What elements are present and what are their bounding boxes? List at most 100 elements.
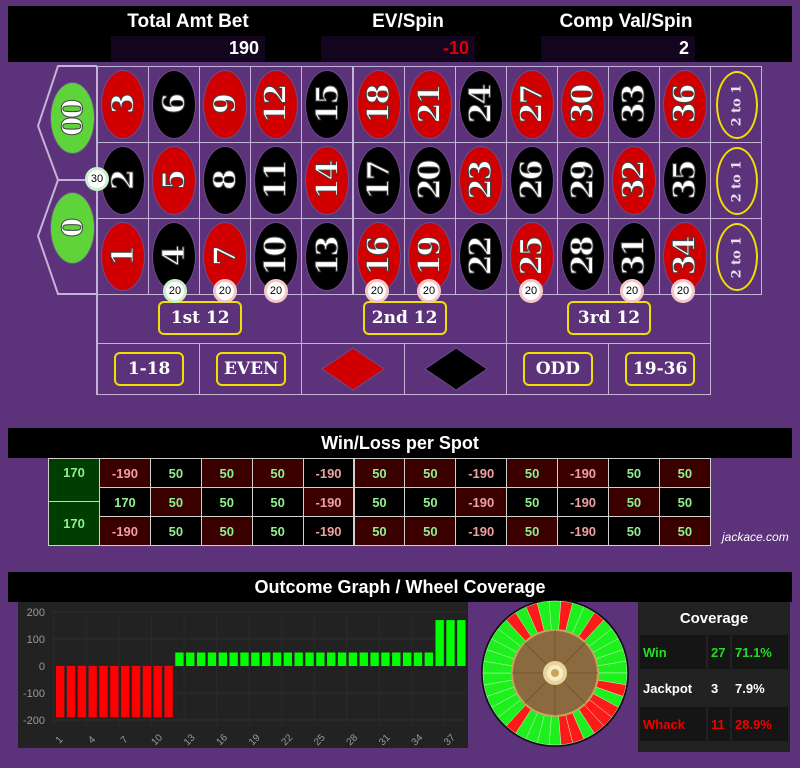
number-oval: 6 [152, 70, 197, 139]
number-cell-32[interactable]: 32 [608, 142, 661, 219]
number-cell-30[interactable]: 30 [556, 66, 609, 143]
bet-chip[interactable]: 20 [213, 279, 237, 303]
number-oval: 9 [203, 70, 248, 139]
zero-cell-00[interactable]: 00 [50, 82, 95, 154]
outcome-graph-svg: 200 100 0 -100 -200 1 4 7 10 13 16 19 22 25 28 31 34 37 [23, 607, 466, 748]
number-cell-35[interactable]: 35 [659, 142, 712, 219]
number-cell-12[interactable]: 12 [250, 66, 303, 143]
number-oval: 35 [663, 146, 708, 215]
bet-chip[interactable]: 20 [417, 279, 441, 303]
outside-bet-1-18[interactable]: 1-18 [97, 343, 201, 395]
number-cell-14[interactable]: 14 [301, 142, 354, 219]
number-cell-28[interactable]: 28 [556, 218, 609, 295]
dozen-label: 3rd 12 [566, 301, 651, 335]
number-label: 12 [258, 85, 294, 124]
outcome-bar [305, 652, 314, 666]
number-cell-33[interactable]: 33 [608, 66, 661, 143]
number-oval: 27 [509, 70, 554, 139]
number-label: 3 [105, 95, 141, 115]
bet-chip[interactable]: 20 [264, 279, 288, 303]
number-label: 2 [105, 171, 141, 191]
outside-bet-19-36[interactable]: 19-36 [608, 343, 712, 395]
bet-chip[interactable]: 20 [519, 279, 543, 303]
coverage-panel: Coverage Win 27 71.1% Jackpot 3 7.9% Wha… [638, 602, 790, 752]
dozen-label: 2nd 12 [362, 301, 447, 335]
column-bet-label: 2 to 1 [729, 236, 745, 278]
outcome-bar [316, 652, 325, 666]
number-cell-13[interactable]: 13 [301, 218, 354, 295]
outside-label: 19-36 [625, 352, 696, 386]
number-cell-18[interactable]: 18 [352, 66, 405, 143]
column-bet-1[interactable]: 2 to 1 [710, 218, 763, 295]
number-oval: 17 [356, 146, 401, 215]
outside-bet-red-diamond[interactable] [301, 343, 405, 395]
outside-bet-black-diamond[interactable] [403, 343, 507, 395]
number-label: 33 [616, 85, 652, 124]
winloss-cell-12: 50 [251, 458, 304, 488]
number-oval: 21 [407, 70, 452, 139]
dozen-bet-2[interactable]: 2nd 12 [301, 294, 507, 344]
number-cell-9[interactable]: 9 [199, 66, 252, 143]
number-oval: 5 [152, 146, 197, 215]
column-bet-2[interactable]: 2 to 1 [710, 142, 763, 219]
winloss-cell-0: 170 [48, 501, 100, 546]
zero-cell-0[interactable]: 0 [50, 192, 95, 264]
outside-bet-ODD[interactable]: ODD [505, 343, 609, 395]
number-oval: 8 [203, 146, 248, 215]
number-cell-11[interactable]: 11 [250, 142, 303, 219]
x-tick-label: 37 [442, 732, 458, 748]
number-cell-21[interactable]: 21 [403, 66, 456, 143]
zero-label: 00 [56, 100, 90, 136]
outcome-bar [402, 652, 412, 666]
number-label: 30 [565, 85, 601, 124]
number-cell-20[interactable]: 20 [403, 142, 456, 219]
number-cell-23[interactable]: 23 [454, 142, 507, 219]
outside-bet-EVEN[interactable]: EVEN [199, 343, 303, 395]
outcome-bar [175, 652, 184, 666]
coverage-jackpot-label: Jackpot [640, 671, 706, 705]
winloss-cell-11: 50 [251, 487, 304, 517]
winloss-cell-3: -190 [99, 458, 151, 488]
roulette-table: 00 0 3 6 9 12 15 18 21 24 27 30 33 36 2 to 1 2 5 8 11 14 17… [0, 0, 800, 400]
number-cell-22[interactable]: 22 [454, 218, 507, 295]
number-cell-27[interactable]: 27 [505, 66, 558, 143]
number-cell-3[interactable]: 3 [97, 66, 150, 143]
outcome-bar [110, 666, 119, 718]
number-oval: 14 [305, 146, 350, 215]
number-oval: 28 [560, 222, 605, 291]
number-cell-29[interactable]: 29 [556, 142, 609, 219]
number-cell-36[interactable]: 36 [659, 66, 712, 143]
number-cell-15[interactable]: 15 [301, 66, 354, 143]
outcome-bar [207, 652, 217, 666]
number-label: 7 [207, 247, 243, 267]
number-cell-5[interactable]: 5 [148, 142, 201, 219]
x-tick-label: 31 [377, 732, 393, 748]
outcome-bar [66, 666, 76, 718]
number-label: 9 [207, 95, 243, 115]
number-label: 17 [361, 161, 397, 200]
number-cell-26[interactable]: 26 [505, 142, 558, 219]
column-bet-3[interactable]: 2 to 1 [710, 66, 763, 143]
number-cell-24[interactable]: 24 [454, 66, 507, 143]
number-cell-6[interactable]: 6 [148, 66, 201, 143]
number-cell-8[interactable]: 8 [199, 142, 252, 219]
outcome-bar [424, 652, 433, 666]
outcome-bar [88, 666, 97, 718]
outside-label: 1-18 [114, 352, 185, 386]
bet-chip[interactable]: 20 [671, 279, 695, 303]
number-oval: 1 [101, 222, 146, 291]
bet-chip[interactable]: 20 [365, 279, 389, 303]
number-label: 25 [514, 237, 550, 276]
outcome-bar [121, 666, 130, 718]
bet-chip[interactable]: 30 [85, 167, 109, 191]
number-label: 4 [156, 247, 192, 267]
number-cell-17[interactable]: 17 [352, 142, 405, 219]
black-diamond-icon [423, 347, 488, 391]
number-label: 28 [565, 237, 601, 276]
outcome-bar [446, 620, 455, 666]
outcome-bar [272, 652, 282, 666]
x-tick-label: 19 [247, 732, 263, 748]
bet-chip[interactable]: 20 [620, 279, 644, 303]
bet-chip[interactable]: 20 [163, 279, 187, 303]
number-cell-1[interactable]: 1 [97, 218, 150, 295]
